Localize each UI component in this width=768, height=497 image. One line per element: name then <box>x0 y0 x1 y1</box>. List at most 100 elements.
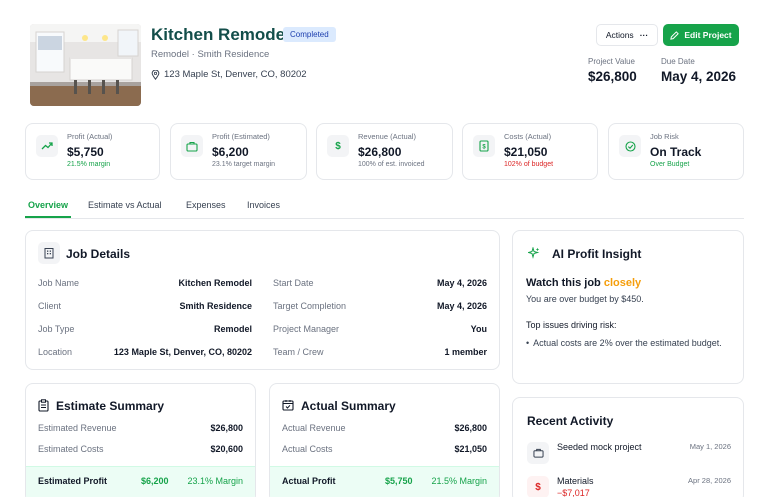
detail-label: Job Name <box>38 278 80 288</box>
kpi-label: Profit (Estimated) <box>212 132 270 141</box>
activity-title: Materials <box>557 476 594 486</box>
sparkle-icon <box>528 247 540 259</box>
detail-value: May 4, 2026 <box>436 301 487 311</box>
detail-value: 1 member <box>444 347 487 357</box>
due-date: May 4, 2026 <box>661 69 737 84</box>
actual-margin: 21.5% Margin <box>431 476 487 486</box>
detail-value: 123 Maple St, Denver, CO, 80202 <box>113 347 252 357</box>
actual-summary-card: Actual Summary Actual Revenue $26,800 Ac… <box>269 383 500 497</box>
detail-value: May 4, 2026 <box>436 278 487 288</box>
detail-value: Smith Residence <box>179 301 252 311</box>
calendar-check-icon <box>282 399 294 411</box>
summary-label: Estimated Costs <box>38 444 104 454</box>
summary-value: $26,800 <box>210 423 243 433</box>
summary-label: Actual Revenue <box>282 423 346 433</box>
check-circle-icon <box>619 135 641 157</box>
tab-estimate-vs-actual[interactable]: Estimate vs Actual <box>88 200 162 210</box>
detail-label: Team / Crew <box>273 347 324 357</box>
estimated-profit-label: Estimated Profit <box>38 476 108 486</box>
tab-invoices[interactable]: Invoices <box>247 200 280 210</box>
bullet-icon: • <box>526 338 530 348</box>
insight-issues-title: Top issues driving risk: <box>526 320 617 330</box>
edit-project-label: Edit Project <box>684 30 732 40</box>
status-badge: Completed <box>283 27 336 42</box>
actual-profit-value: $5,750 <box>385 476 413 486</box>
kpi-card-profit-actual: Profit (Actual) $5,750 21.5% margin <box>25 123 160 180</box>
actions-label: Actions <box>605 30 634 40</box>
detail-label: Start Date <box>273 278 314 288</box>
estimated-profit-value: $6,200 <box>141 476 169 486</box>
detail-value: Kitchen Remodel <box>178 278 252 288</box>
estimate-summary-title: Estimate Summary <box>56 399 165 413</box>
kpi-label: Job Risk <box>650 132 679 141</box>
activity-date: Apr 28, 2026 <box>688 476 731 485</box>
map-pin-icon <box>151 69 160 80</box>
summary-value: $26,800 <box>454 423 487 433</box>
address-text: 123 Maple St, Denver, CO, 80202 <box>164 69 307 80</box>
tab-expenses[interactable]: Expenses <box>186 200 226 210</box>
svg-text:$: $ <box>482 145 486 151</box>
detail-label: Location <box>38 347 73 357</box>
actual-summary-title: Actual Summary <box>301 399 396 413</box>
due-date-label: Due Date <box>661 57 695 66</box>
tab-overview[interactable]: Overview <box>25 200 71 218</box>
recent-activity-title: Recent Activity <box>527 414 614 428</box>
kpi-sub: 21.5% margin <box>67 161 111 168</box>
activity-date: May 1, 2026 <box>689 442 731 451</box>
kpi-card-costs-actual: $ Costs (Actual) $21,050 102% of budget <box>462 123 598 180</box>
clipboard-icon <box>38 399 49 412</box>
pencil-icon <box>670 30 680 40</box>
job-details-title: Job Details <box>66 247 131 261</box>
kpi-value: $26,800 <box>358 145 402 159</box>
kpi-label: Profit (Actual) <box>67 132 113 141</box>
insight-issue-text: Actual costs are 2% over the estimated b… <box>533 338 722 348</box>
kpi-card-job-risk: Job Risk On Track Over Budget <box>608 123 744 180</box>
kpi-sub: 100% of est. invoiced <box>358 161 425 168</box>
insight-headline: Watch this job closely <box>526 277 641 289</box>
kitchen-photo <box>30 24 141 106</box>
kpi-card-revenue-actual: $ Revenue (Actual) $26,800 100% of est. … <box>316 123 453 180</box>
insight-issue-item: • Actual costs are 2% over the estimated… <box>526 337 726 350</box>
trend-up-icon <box>36 135 58 157</box>
kpi-label: Revenue (Actual) <box>358 132 416 141</box>
activity-item[interactable]: Seeded mock project May 1, 2026 <box>513 436 743 466</box>
receipt-icon: $ <box>473 135 495 157</box>
activity-title: Seeded mock project <box>557 442 642 452</box>
project-value-label: Project Value <box>588 57 635 66</box>
building-icon <box>38 242 60 264</box>
kpi-value: On Track <box>650 145 702 159</box>
dollar-icon: $ <box>327 135 349 157</box>
insight-headline-text: Watch this job <box>526 277 601 289</box>
summary-label: Actual Costs <box>282 444 333 454</box>
detail-value: You <box>470 324 487 334</box>
recent-activity-card: Recent Activity Seeded mock project May … <box>512 397 744 497</box>
kpi-sub: 102% of budget <box>504 161 554 168</box>
kpi-sub: 23.1% target margin <box>212 161 276 168</box>
project-subtitle: Remodel · Smith Residence <box>151 49 270 60</box>
activity-item[interactable]: $ Materials −$7,017 Apr 28, 2026 <box>513 470 743 497</box>
edit-project-button[interactable]: Edit Project <box>663 24 739 46</box>
actions-button[interactable]: Actions ··· <box>596 24 658 46</box>
project-value: $26,800 <box>588 69 637 84</box>
page-title: Kitchen Remodel <box>151 25 290 44</box>
detail-label: Target Completion <box>273 301 347 311</box>
summary-value: $20,600 <box>210 444 243 454</box>
estimate-summary-card: Estimate Summary Estimated Revenue $26,8… <box>25 383 256 497</box>
kpi-sub: Over Budget <box>650 161 690 168</box>
kpi-value: $6,200 <box>212 145 249 159</box>
detail-label: Client <box>38 301 62 311</box>
job-details-card: Job Details Job Name Kitchen Remodel Cli… <box>25 230 500 370</box>
briefcase-icon <box>527 442 549 464</box>
activity-amount: −$7,017 <box>557 488 590 497</box>
summary-label: Estimated Revenue <box>38 423 117 433</box>
insight-headline-highlight: closely <box>603 277 642 289</box>
ai-insight-card: AI Profit Insight Watch this job closely… <box>512 230 744 384</box>
detail-label: Job Type <box>38 324 75 334</box>
detail-value: Remodel <box>213 324 252 334</box>
kpi-card-profit-estimated: Profit (Estimated) $6,200 23.1% target m… <box>170 123 307 180</box>
actual-profit-label: Actual Profit <box>282 476 336 486</box>
dollar-icon: $ <box>527 476 549 497</box>
more-icon: ··· <box>639 30 649 40</box>
summary-value: $21,050 <box>454 444 487 454</box>
ai-insight-title: AI Profit Insight <box>552 247 642 261</box>
